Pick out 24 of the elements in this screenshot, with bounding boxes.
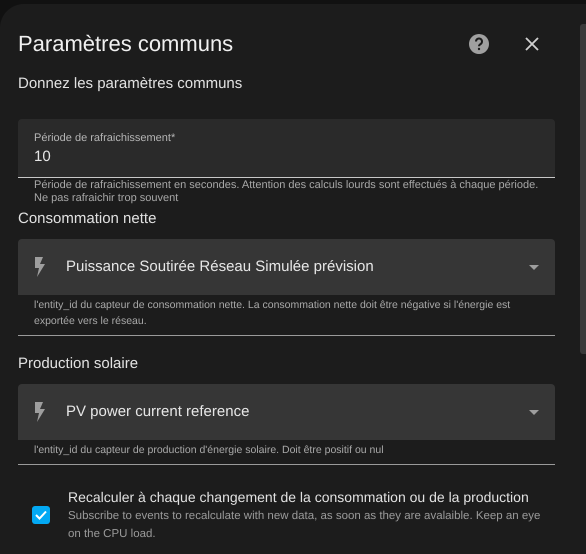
helper-text: l'entity_id du capteur de consommation nette. La consommation nette doit être négative si l'énergie est exportée vers le réseau. <box>18 295 555 336</box>
checkbox[interactable] <box>32 506 50 524</box>
entity-select[interactable]: PV power current reference <box>18 384 555 440</box>
close-icon <box>525 37 539 51</box>
helper-text: l'entity_id du capteur de production d'énergie solaire. Doit être positif ou nul <box>18 440 555 465</box>
helper-text: Période de rafraichissement en secondes. Attention des calculs lourds sont effectués à chaque période. Ne pas rafraichir trop souvent <box>33 178 540 205</box>
text-field[interactable]: Période de rafraichissement* 10 <box>18 119 555 178</box>
dialog-title: Paramètres communs <box>18 30 234 58</box>
entity-select[interactable]: Puissance Soutirée Réseau Simulée prévision <box>18 239 555 295</box>
section-heading: Consommation nette <box>18 209 158 229</box>
dialog-subtitle: Donnez les paramètres communs <box>18 74 244 94</box>
option-label: Recalculer à chaque changement de la consommation ou de la production <box>68 488 530 507</box>
field-value[interactable]: 10 <box>34 147 539 167</box>
check-icon <box>35 510 47 520</box>
option-description: Subscribe to events to recalculate with new data, as soon as they are avalaible. Keep an eye on the CPU load. <box>68 509 542 542</box>
lightning-bolt-icon <box>34 402 46 422</box>
help-icon <box>468 33 490 55</box>
help-button[interactable] <box>468 32 492 56</box>
section-heading: Production solaire <box>18 354 140 374</box>
lightning-bolt-icon <box>34 257 46 277</box>
field-label: Période de rafraichissement* <box>34 131 176 145</box>
scrollbar[interactable] <box>570 4 586 554</box>
caret-icon <box>529 264 539 270</box>
caret-icon <box>529 410 539 414</box>
